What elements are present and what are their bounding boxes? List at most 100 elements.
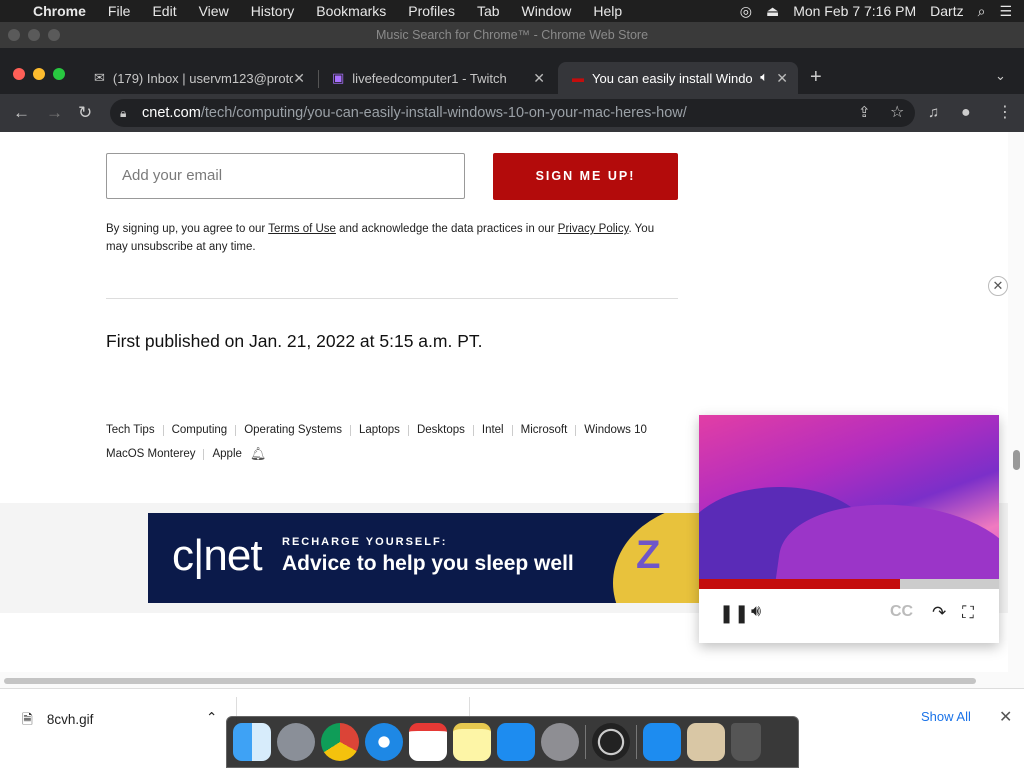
- eject-icon[interactable]: ⏏: [766, 3, 779, 20]
- control-center-icon[interactable]: ☰: [999, 3, 1012, 20]
- system-preferences-icon[interactable]: [541, 723, 579, 761]
- tag-link[interactable]: Intel: [482, 418, 512, 442]
- tag-link[interactable]: Laptops: [359, 418, 408, 442]
- twitch-icon: ▣: [332, 70, 345, 85]
- downloads-stack-icon[interactable]: [687, 723, 725, 761]
- reload-icon[interactable]: ↻: [78, 103, 92, 123]
- menu-view[interactable]: View: [188, 3, 240, 19]
- scrollbar-thumb[interactable]: [1013, 450, 1020, 470]
- tag-link[interactable]: Windows 10: [584, 418, 655, 442]
- menu-history[interactable]: History: [240, 3, 306, 19]
- tag-link[interactable]: Tech Tips: [106, 418, 163, 442]
- spotlight-search-icon[interactable]: ⌕: [978, 3, 986, 20]
- app-store-icon[interactable]: [643, 723, 681, 761]
- back-arrow-icon[interactable]: ←: [13, 103, 30, 123]
- forward-arrow-icon[interactable]: →: [46, 103, 63, 123]
- vertical-scrollbar[interactable]: [1008, 132, 1024, 688]
- terms-of-use-link[interactable]: Terms of Use: [268, 223, 336, 235]
- fullscreen-icon[interactable]: ⛶: [962, 603, 974, 623]
- tab-strip: ✉ (179) Inbox | uservm123@proto ✕ ▣ live…: [0, 48, 1024, 94]
- share-arrow-icon[interactable]: ↷: [932, 603, 946, 623]
- tag-link[interactable]: Apple: [212, 442, 249, 466]
- menubar-user[interactable]: Dartz: [930, 3, 963, 19]
- obs-status-icon[interactable]: ◎: [740, 3, 752, 20]
- chrome-menu-icon[interactable]: ⋮: [997, 103, 1013, 123]
- safari-icon[interactable]: [365, 723, 403, 761]
- signup-terms-text: By signing up, you agree to our Terms of…: [106, 220, 676, 256]
- tab-twitch[interactable]: ▣ livefeedcomputer1 - Twitch ✕: [318, 62, 555, 94]
- promo-headline: Advice to help you sleep well: [282, 552, 574, 575]
- macos-dock: [226, 716, 799, 768]
- follow-bell-icon[interactable]: 🔔︎: [250, 442, 267, 466]
- tab-inbox[interactable]: ✉ (179) Inbox | uservm123@proto ✕: [80, 62, 315, 94]
- profile-avatar-icon[interactable]: ●: [961, 103, 971, 123]
- menu-bookmarks[interactable]: Bookmarks: [305, 3, 397, 19]
- zoom-window-button[interactable]: [53, 68, 65, 80]
- tab-title: You can easily install Windo: [592, 70, 752, 86]
- obs-icon[interactable]: [592, 723, 630, 761]
- app-store-icon[interactable]: [497, 723, 535, 761]
- cnet-logo: c|net: [172, 531, 263, 580]
- share-icon[interactable]: ⇪: [858, 103, 871, 123]
- tab-cnet-active[interactable]: ▬ You can easily install Windo 🔈︎ ✕: [558, 62, 798, 94]
- calendar-icon[interactable]: [409, 723, 447, 761]
- menu-window[interactable]: Window: [511, 3, 583, 19]
- tag-link[interactable]: Desktops: [417, 418, 473, 442]
- launchpad-icon[interactable]: [277, 723, 315, 761]
- notes-icon[interactable]: [453, 723, 491, 761]
- tag-row: MacOS Monterey Apple 🔔︎: [106, 442, 706, 466]
- close-tab-icon[interactable]: ✕: [293, 70, 305, 87]
- window-title-bar: Music Search for Chrome™ - Chrome Web St…: [0, 22, 1024, 48]
- horizontal-scrollbar[interactable]: [0, 672, 1008, 688]
- speaker-icon[interactable]: 🔈︎: [760, 69, 768, 85]
- chrome-icon[interactable]: [321, 723, 359, 761]
- tag-link[interactable]: MacOS Monterey: [106, 442, 203, 466]
- menu-edit[interactable]: Edit: [141, 3, 187, 19]
- address-bar[interactable]: 🔒︎ cnet.com/tech/computing/you-can-easil…: [110, 99, 915, 127]
- privacy-policy-link[interactable]: Privacy Policy: [558, 223, 629, 235]
- menubar-clock[interactable]: Mon Feb 7 7:16 PM: [793, 3, 916, 19]
- close-download-shelf-icon[interactable]: ✕: [999, 707, 1012, 727]
- url-path: /tech/computing/you-can-easily-install-w…: [200, 105, 687, 121]
- finder-icon[interactable]: [233, 723, 271, 761]
- pause-icon[interactable]: ❚❚: [719, 603, 749, 624]
- sign-me-up-button[interactable]: SIGN ME UP!: [493, 153, 678, 200]
- bookmark-star-icon[interactable]: ☆: [890, 103, 904, 123]
- media-control-icon[interactable]: ♫: [928, 103, 939, 123]
- terms-text-prefix: By signing up, you agree to our: [106, 223, 269, 235]
- close-tab-icon[interactable]: ✕: [533, 70, 545, 87]
- video-frame[interactable]: [699, 415, 999, 579]
- close-tab-icon[interactable]: ✕: [776, 70, 788, 87]
- video-progress-bar[interactable]: [699, 579, 999, 589]
- macos-menu-bar: Chrome File Edit View History Bookmarks …: [0, 0, 1024, 22]
- close-window-button[interactable]: [13, 68, 25, 80]
- chevron-up-icon[interactable]: ⌃: [206, 710, 217, 726]
- floating-video-player[interactable]: ❚❚ 🔊︎ CC ↷ ⛶: [699, 415, 999, 643]
- download-item[interactable]: 🗎︎ 8cvh.gif ⌃: [22, 710, 217, 733]
- sleep-promo-banner[interactable]: c|net RECHARGE YOURSELF: Advice to help …: [148, 513, 708, 603]
- volume-icon[interactable]: 🔊︎: [751, 603, 761, 621]
- closed-captions-button[interactable]: CC: [890, 603, 913, 621]
- menu-chrome[interactable]: Chrome: [22, 3, 97, 19]
- scrollbar-thumb[interactable]: [4, 678, 976, 684]
- tag-link[interactable]: Computing: [172, 418, 236, 442]
- menu-tab[interactable]: Tab: [466, 3, 511, 19]
- menu-file[interactable]: File: [97, 3, 142, 19]
- inactive-close-dot[interactable]: [8, 29, 20, 41]
- tag-link[interactable]: Microsoft: [521, 418, 576, 442]
- close-video-icon[interactable]: ✕: [988, 276, 1008, 296]
- inactive-zoom-dot[interactable]: [48, 29, 60, 41]
- inactive-minimize-dot[interactable]: [28, 29, 40, 41]
- lock-icon[interactable]: 🔒︎: [120, 99, 126, 127]
- minimize-window-button[interactable]: [33, 68, 45, 80]
- trash-icon[interactable]: [731, 723, 761, 761]
- show-all-downloads-button[interactable]: Show All: [921, 709, 971, 724]
- menu-help[interactable]: Help: [582, 3, 633, 19]
- file-icon: 🗎︎: [22, 712, 33, 727]
- menu-profiles[interactable]: Profiles: [397, 3, 466, 19]
- tag-link[interactable]: Operating Systems: [244, 418, 350, 442]
- new-tab-plus-icon[interactable]: +: [810, 66, 822, 89]
- email-input[interactable]: Add your email: [106, 153, 465, 199]
- sleep-z-graphic: Z: [636, 533, 661, 577]
- tab-search-chevron-icon[interactable]: ⌄: [995, 68, 1006, 84]
